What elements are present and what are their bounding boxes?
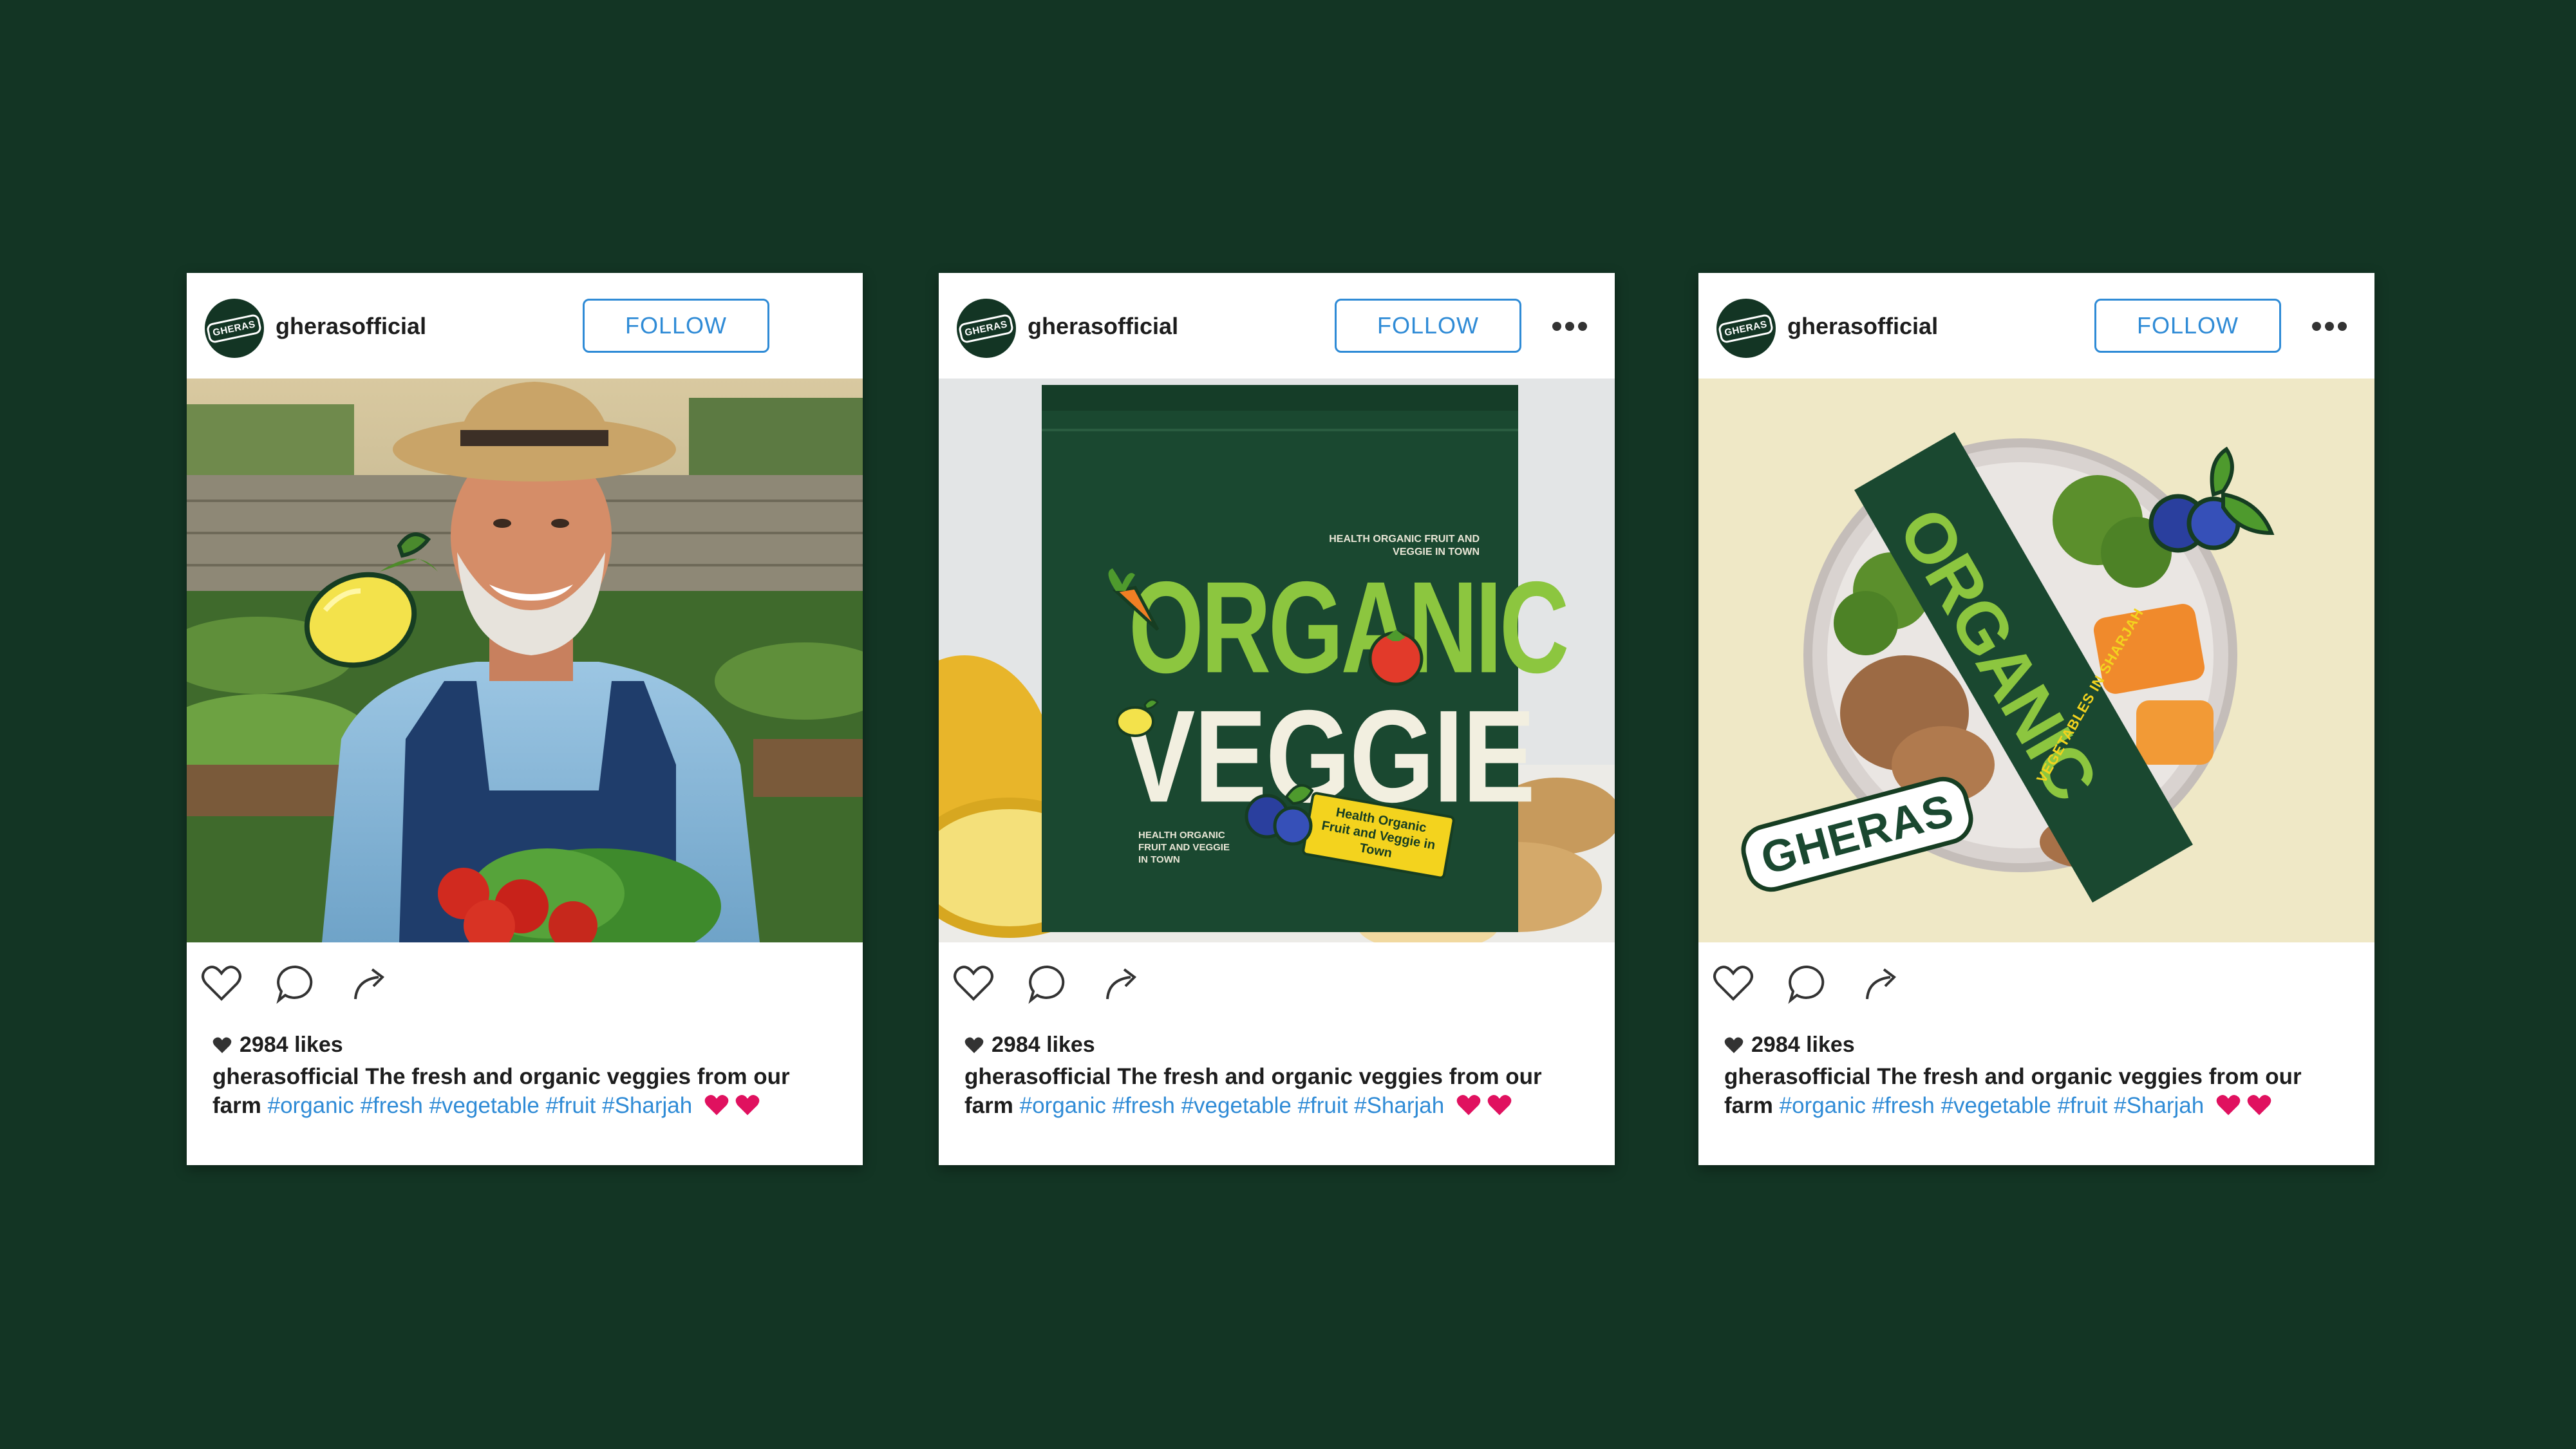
post-photo-bowl[interactable]: ORGANIC VEGETABLES IN SHARJAH GHERAS <box>1698 379 2374 942</box>
instagram-post-1: GHERAS gherasofficial FOLLOW 2984 likes … <box>187 273 863 1165</box>
comment-icon[interactable] <box>1024 960 1071 1007</box>
caption-username[interactable]: gherasofficial <box>1724 1064 1871 1089</box>
post-actions <box>198 960 456 1012</box>
instagram-post-2: GHERAS gherasofficial FOLLOW HEALTH ORGA… <box>939 273 1615 1165</box>
tomato-icon <box>1368 630 1424 686</box>
heart-emoji-icon <box>735 1094 760 1116</box>
heart-icon <box>212 1037 232 1053</box>
caption-hashtags[interactable]: #organic #fresh #vegetable #fruit #Sharj… <box>268 1093 693 1118</box>
post-caption: gherasofficial The fresh and organic veg… <box>964 1062 1595 1120</box>
heart-icon <box>1724 1037 1744 1053</box>
post-caption: gherasofficial The fresh and organic veg… <box>212 1062 843 1120</box>
share-icon[interactable] <box>1858 960 1904 1007</box>
follow-button[interactable]: FOLLOW <box>2094 299 2281 353</box>
comment-icon[interactable] <box>1784 960 1830 1007</box>
follow-button[interactable]: FOLLOW <box>1335 299 1521 353</box>
heart-emoji-icon <box>1487 1094 1512 1116</box>
likes-row: 2984 likes <box>1724 1033 1855 1058</box>
username[interactable]: gherasofficial <box>276 313 426 340</box>
pouch-tagline-bottom: HEALTH ORGANIC FRUIT AND VEGGIE IN TOWN <box>1138 830 1230 865</box>
likes-row: 2984 likes <box>212 1033 343 1058</box>
post-caption: gherasofficial The fresh and organic veg… <box>1724 1062 2355 1120</box>
caption-username[interactable]: gherasofficial <box>964 1064 1111 1089</box>
heart-emoji-icon <box>704 1094 729 1116</box>
carrot-icon <box>1108 568 1160 631</box>
heart-icon <box>964 1037 984 1053</box>
post-photo-farmer[interactable] <box>187 379 863 942</box>
farmer-photo-illustration <box>187 379 863 942</box>
avatar[interactable]: GHERAS <box>1716 299 1776 358</box>
caption-hashtags[interactable]: #organic #fresh #vegetable #fruit #Sharj… <box>1780 1093 2205 1118</box>
username[interactable]: gherasofficial <box>1028 313 1178 340</box>
avatar[interactable]: GHERAS <box>205 299 264 358</box>
heart-emoji-icon <box>1456 1094 1481 1116</box>
heart-icon[interactable] <box>198 960 245 1007</box>
likes-count[interactable]: 2984 likes <box>992 1033 1095 1058</box>
more-icon[interactable] <box>2310 317 2349 336</box>
avatar-logo-text: GHERAS <box>1718 313 1774 344</box>
pouch-title-organic: ORGANIC <box>1129 554 1569 700</box>
likes-row: 2984 likes <box>964 1033 1095 1058</box>
instagram-post-3: GHERAS gherasofficial FOLLOW ORGANIC VEG… <box>1698 273 2374 1165</box>
post-header: GHERAS gherasofficial FOLLOW <box>1698 273 2374 379</box>
blueberry-icon <box>1245 784 1314 846</box>
caption-username[interactable]: gherasofficial <box>212 1064 359 1089</box>
likes-count[interactable]: 2984 likes <box>240 1033 343 1058</box>
avatar[interactable]: GHERAS <box>957 299 1016 358</box>
heart-emoji-icon <box>2216 1094 2241 1116</box>
more-icon[interactable] <box>1550 317 1589 336</box>
lemon-icon <box>1116 698 1160 737</box>
post-actions <box>950 960 1208 1012</box>
post-header: GHERAS gherasofficial FOLLOW <box>939 273 1615 379</box>
heart-icon[interactable] <box>1710 960 1756 1007</box>
follow-button[interactable]: FOLLOW <box>583 299 769 353</box>
share-icon[interactable] <box>1098 960 1145 1007</box>
username[interactable]: gherasofficial <box>1787 313 1938 340</box>
post-actions <box>1710 960 1968 1012</box>
post-header: GHERAS gherasofficial FOLLOW <box>187 273 863 379</box>
caption-hashtags[interactable]: #organic #fresh #vegetable #fruit #Sharj… <box>1020 1093 1445 1118</box>
post-photo-pouch[interactable]: HEALTH ORGANIC FRUIT AND VEGGIE IN TOWN … <box>939 379 1615 942</box>
comment-icon[interactable] <box>272 960 319 1007</box>
heart-emoji-icon <box>2247 1094 2271 1116</box>
heart-icon[interactable] <box>950 960 997 1007</box>
share-icon[interactable] <box>346 960 393 1007</box>
likes-count[interactable]: 2984 likes <box>1751 1033 1855 1058</box>
avatar-logo-text: GHERAS <box>206 313 263 344</box>
avatar-logo-text: GHERAS <box>958 313 1015 344</box>
